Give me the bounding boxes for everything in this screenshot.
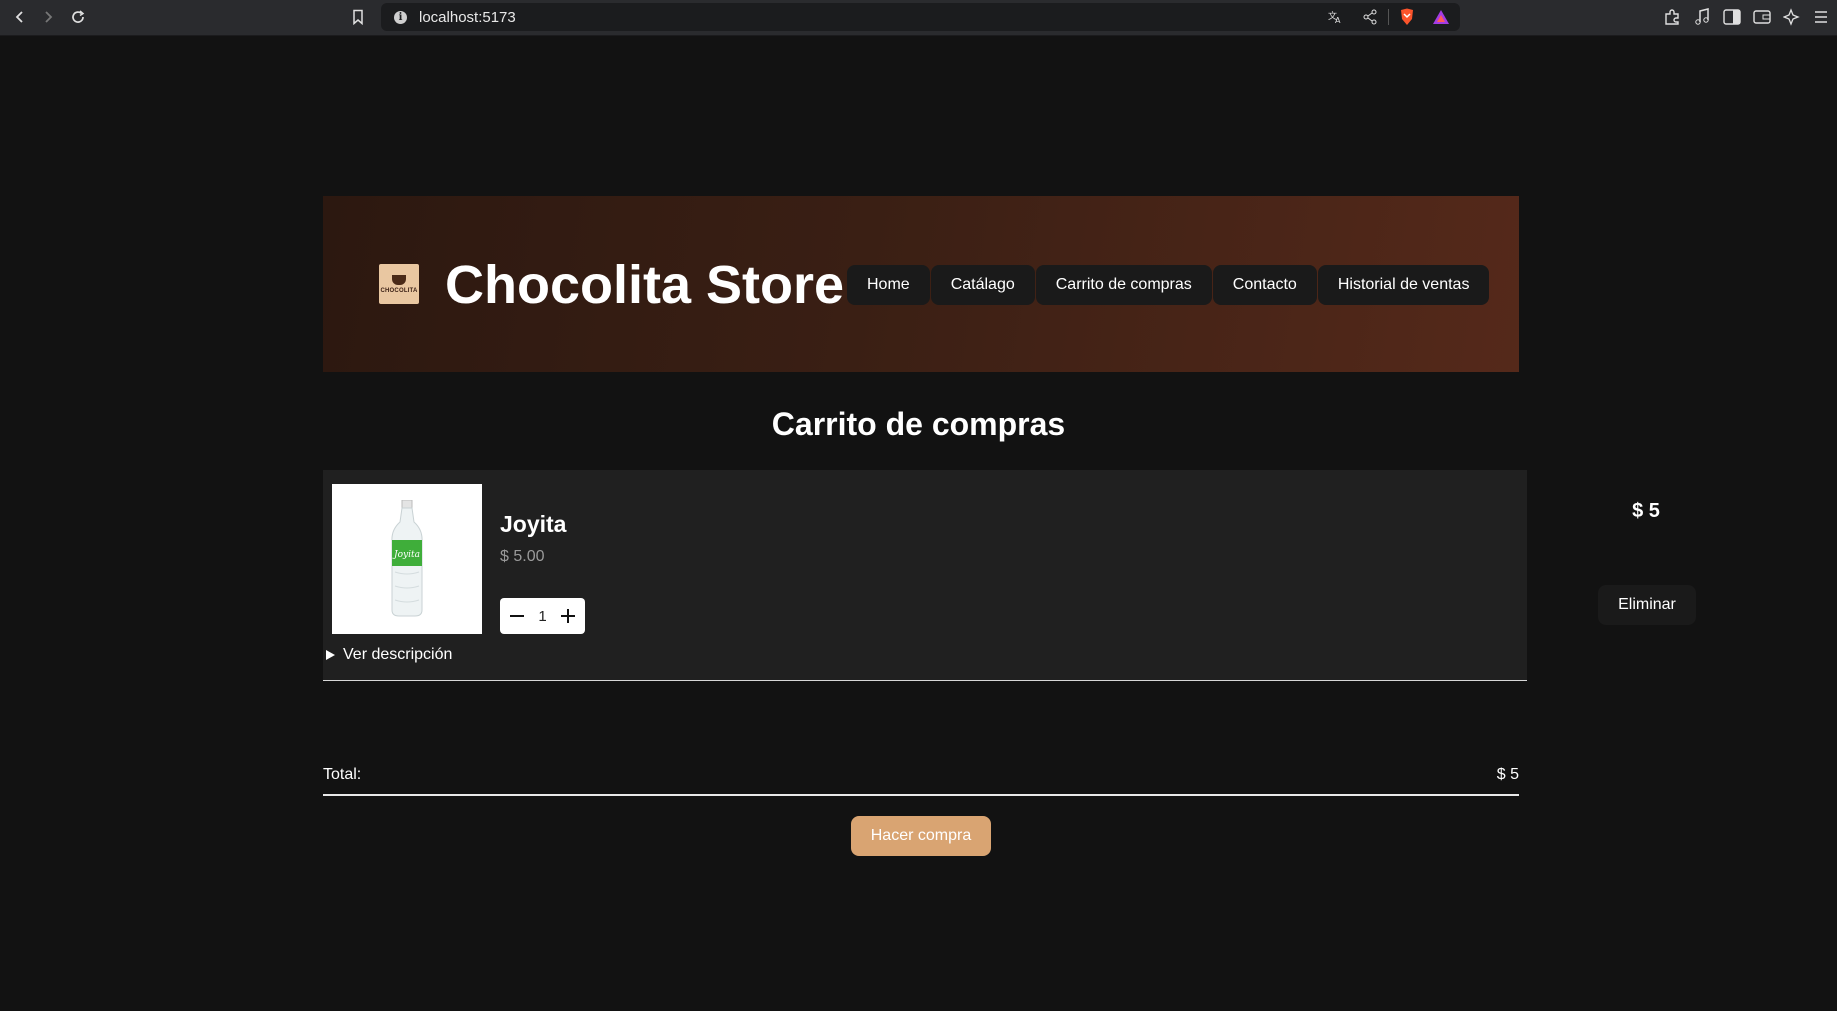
item-line-total: $ 5 <box>1632 500 1660 522</box>
checkout-button[interactable]: Hacer compra <box>851 816 991 856</box>
menu-icon[interactable] <box>1810 6 1832 28</box>
translate-icon[interactable]: 文A <box>1327 9 1343 25</box>
url-text[interactable]: localhost:5173 <box>419 9 516 26</box>
reload-icon[interactable] <box>66 5 90 29</box>
product-unit-price: $ 5.00 <box>500 548 545 565</box>
total-label: Total: <box>323 766 362 783</box>
product-image: Joyita <box>332 484 482 634</box>
store-logo[interactable]: CHOCOLITA <box>379 264 419 304</box>
site-header: CHOCOLITA Chocolita Store Home Catálago … <box>323 196 1519 372</box>
svg-text:Joyita: Joyita <box>392 550 420 560</box>
nav-home[interactable]: Home <box>847 265 930 305</box>
site-title: Chocolita Store <box>445 255 845 315</box>
extensions-icon[interactable] <box>1661 6 1683 28</box>
cup-icon <box>392 274 406 285</box>
plus-icon <box>561 609 575 623</box>
forward-icon[interactable] <box>36 5 60 29</box>
logo-text: CHOCOLITA <box>380 287 418 294</box>
total-value: $ 5 <box>1496 766 1519 783</box>
product-name: Joyita <box>500 511 567 537</box>
music-icon[interactable] <box>1691 6 1713 28</box>
nav-historial[interactable]: Historial de ventas <box>1317 265 1490 305</box>
bottle-icon: Joyita <box>391 500 423 617</box>
brave-rewards-icon[interactable] <box>1432 9 1450 25</box>
quantity-stepper: 1 <box>500 598 585 634</box>
disclosure-triangle-icon <box>326 650 335 660</box>
page-title: Carrito de compras <box>771 406 1066 442</box>
description-toggle-label: Ver descripción <box>343 646 453 663</box>
decrease-quantity-button[interactable] <box>508 607 526 625</box>
minus-icon <box>510 615 524 617</box>
quantity-value[interactable]: 1 <box>538 608 546 625</box>
cart-total-row: Total: $ 5 <box>323 760 1519 796</box>
description-toggle[interactable]: Ver descripción <box>326 646 452 664</box>
sidebar-icon[interactable] <box>1721 6 1743 28</box>
remove-item-button[interactable]: Eliminar <box>1598 585 1696 625</box>
site-info-icon[interactable]: i <box>394 11 407 24</box>
leo-ai-icon[interactable] <box>1781 6 1803 28</box>
browser-toolbar: i localhost:5173 文A <box>0 0 1837 36</box>
nav-catalogo[interactable]: Catálago <box>930 265 1035 305</box>
wallet-icon[interactable] <box>1751 6 1773 28</box>
share-icon[interactable] <box>1362 9 1378 25</box>
main-nav: Home Catálago Carrito de compras Contact… <box>847 265 1490 305</box>
nav-carrito[interactable]: Carrito de compras <box>1035 265 1212 305</box>
cart-item: Joyita Joyita $ 5.00 1 $ 5 Eliminar Ver … <box>323 470 1696 681</box>
brave-shield-icon[interactable] <box>1399 8 1415 26</box>
address-bar[interactable]: i localhost:5173 文A <box>381 3 1460 31</box>
bookmark-icon[interactable] <box>346 5 370 29</box>
nav-contacto[interactable]: Contacto <box>1212 265 1317 305</box>
increase-quantity-button[interactable] <box>559 607 577 625</box>
back-icon[interactable] <box>8 5 32 29</box>
svg-text:A: A <box>1335 16 1341 25</box>
